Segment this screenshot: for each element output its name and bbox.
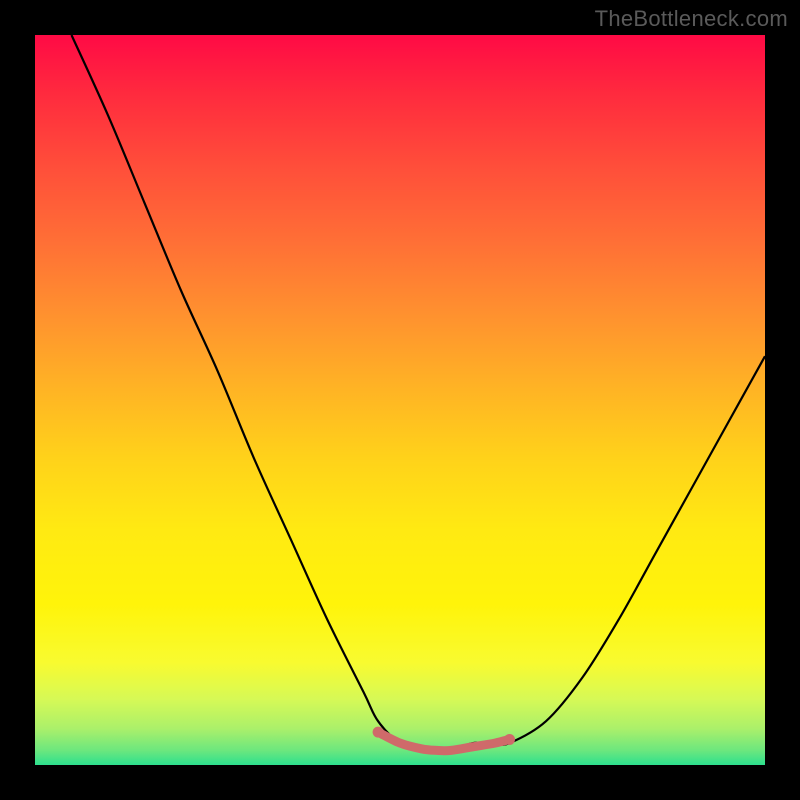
plot-area <box>35 35 765 765</box>
chart-frame: TheBottleneck.com <box>0 0 800 800</box>
bottom-highlight-line <box>378 732 509 751</box>
watermark-text: TheBottleneck.com <box>595 6 788 32</box>
chart-svg <box>35 35 765 765</box>
highlight-dot-right <box>504 734 515 745</box>
main-curve-line <box>72 35 766 751</box>
highlight-dot-left <box>373 727 384 738</box>
